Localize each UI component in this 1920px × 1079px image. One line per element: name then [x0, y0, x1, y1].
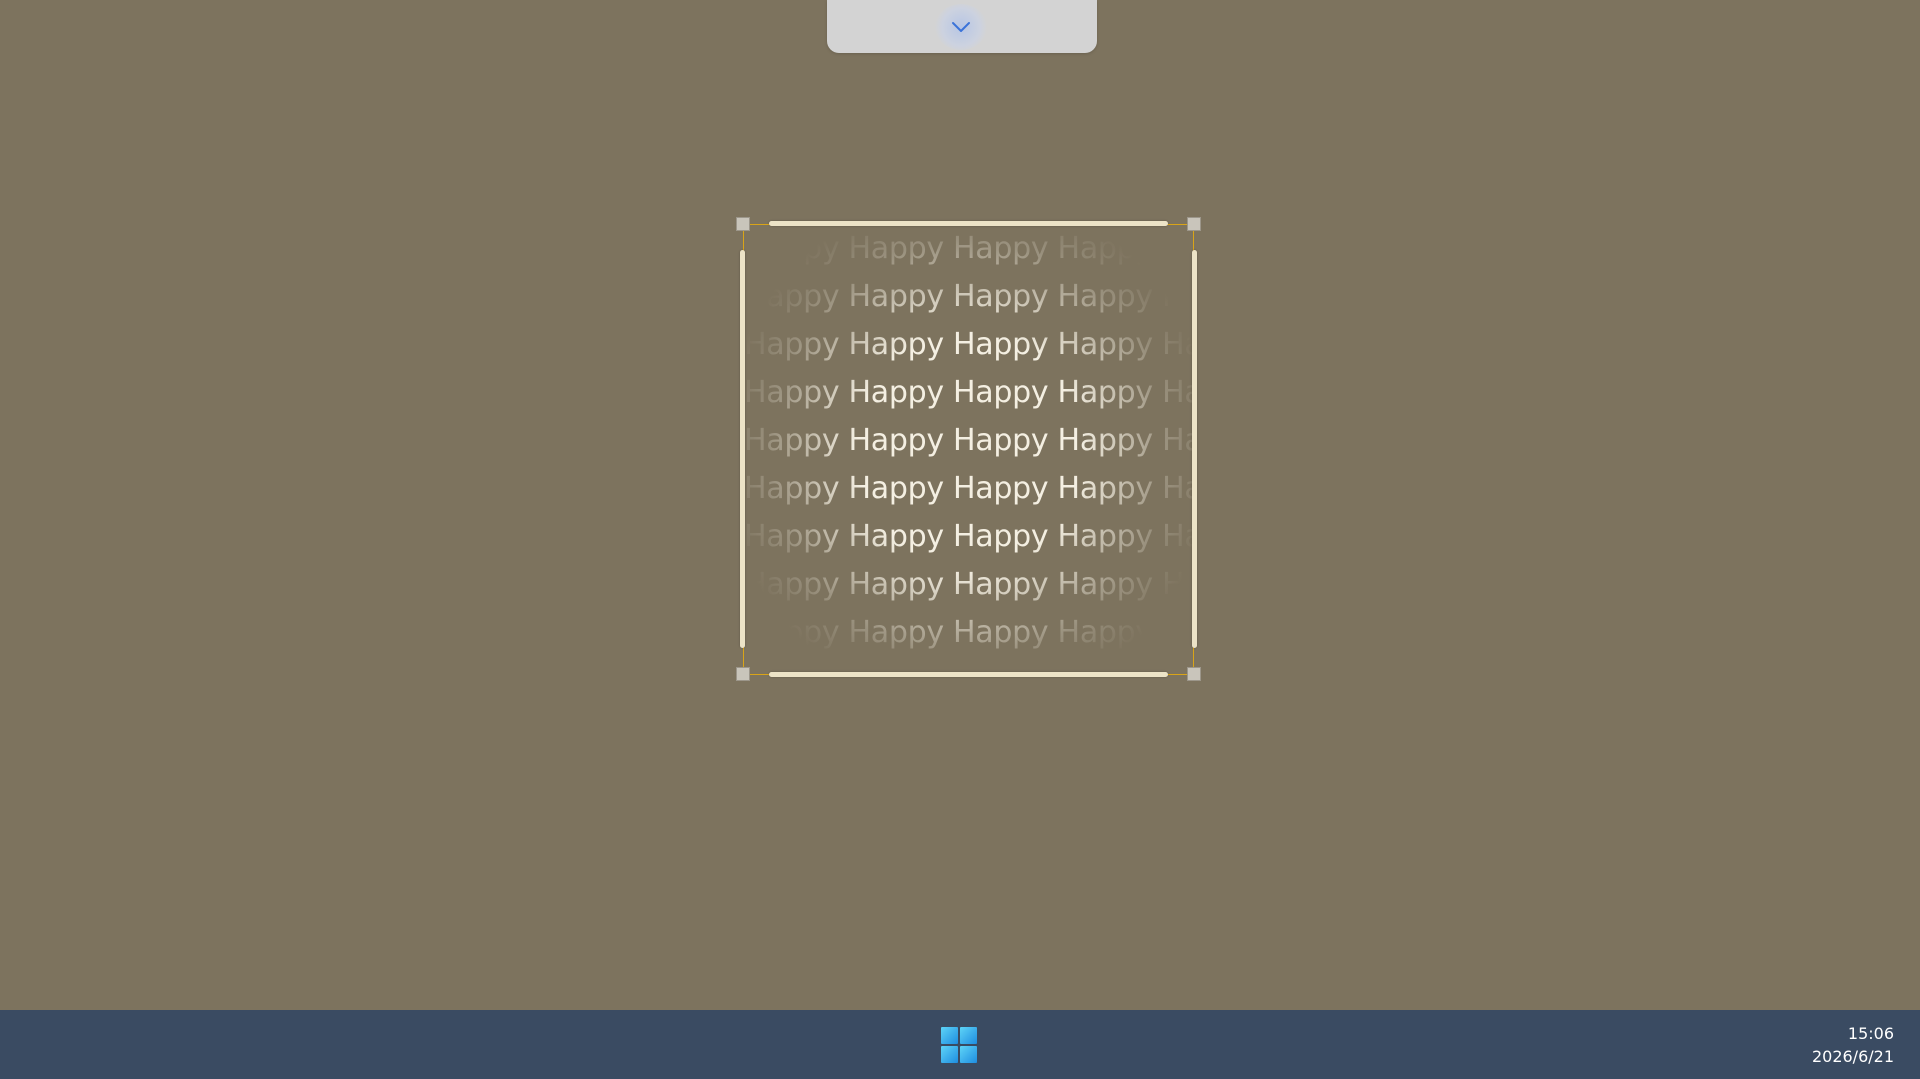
clock-date: 2026/6/21 — [1811, 1047, 1894, 1066]
chevron-down-icon — [952, 22, 970, 32]
taskbar: 15:06 2026/6/21 — [0, 1010, 1920, 1079]
happy-text-row: Happy Happy Happy Happy Happy — [744, 519, 1193, 554]
expand-toolbar-button[interactable] — [935, 4, 987, 50]
desktop: Happy Happy Happy Happy Happy Happy Happ… — [0, 0, 1920, 1010]
start-button[interactable] — [940, 1026, 978, 1064]
system-clock[interactable]: 15:06 2026/6/21 — [1812, 1022, 1894, 1068]
happy-text-row: Happy Happy Happy Happy Happy — [744, 615, 1193, 650]
top-left-corner-handle[interactable] — [736, 217, 750, 231]
happy-text-row: Happy Happy Happy Happy Happy — [744, 423, 1193, 458]
snip-toolbar — [827, 0, 1097, 53]
bottom-edge-handle[interactable] — [769, 672, 1168, 677]
happy-text-row: Happy Happy Happy Happy Happy — [744, 375, 1193, 410]
top-right-corner-handle[interactable] — [1187, 217, 1201, 231]
left-edge-handle[interactable] — [740, 250, 745, 648]
bottom-right-corner-handle[interactable] — [1187, 667, 1201, 681]
happy-text-row: Happy Happy Happy Happy Happy — [744, 471, 1193, 506]
capture-selection[interactable]: Happy Happy Happy Happy Happy Happy Happ… — [743, 224, 1194, 675]
bottom-left-corner-handle[interactable] — [736, 667, 750, 681]
right-edge-handle[interactable] — [1192, 250, 1197, 648]
happy-text-row: Happy Happy Happy Happy Happy — [744, 567, 1193, 602]
happy-text-row: Happy Happy Happy Happy Happy — [744, 231, 1193, 266]
selection-content: Happy Happy Happy Happy Happy Happy Happ… — [744, 225, 1193, 674]
happy-text-row: Happy Happy Happy Happy Happy — [744, 279, 1193, 314]
happy-text-row: Happy Happy Happy Happy Happy — [744, 327, 1193, 362]
clock-time: 15:06 — [1847, 1024, 1894, 1043]
top-edge-handle[interactable] — [769, 221, 1168, 226]
windows-logo-icon — [941, 1027, 977, 1063]
